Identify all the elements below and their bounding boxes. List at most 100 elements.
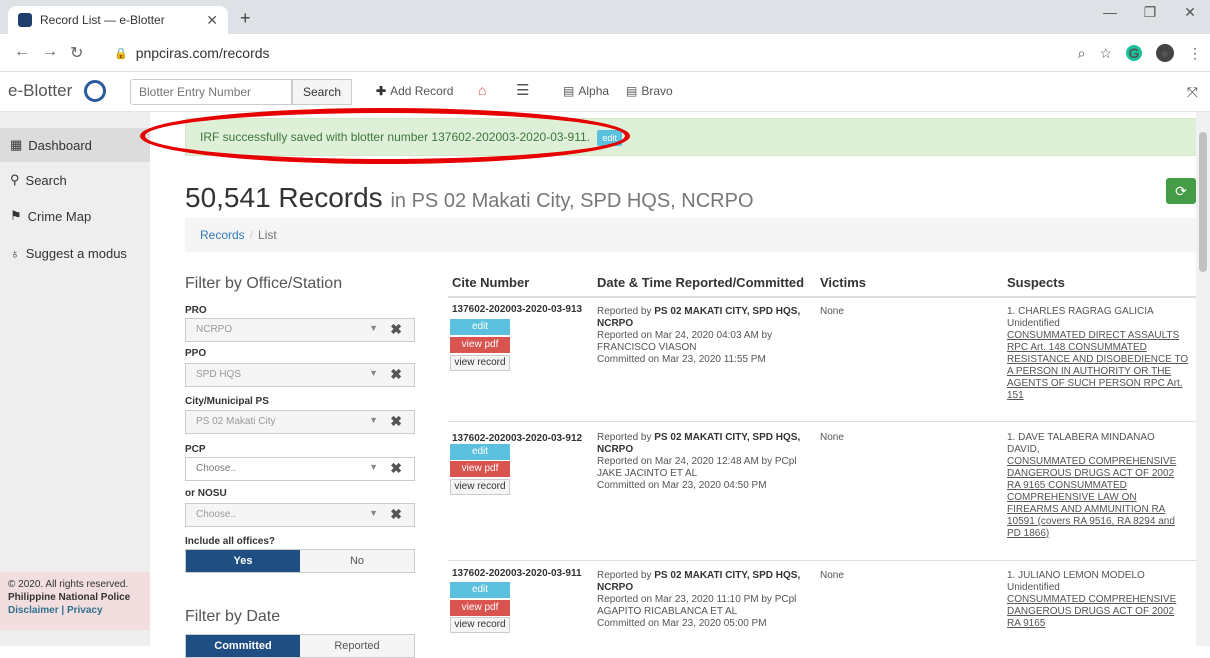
column-header-suspects[interactable]: Suspects — [1007, 275, 1065, 290]
search-icon: ⚲ — [10, 172, 20, 187]
record-count: 50,541 — [185, 182, 271, 213]
column-header-cite[interactable]: Cite Number — [452, 275, 529, 290]
charges-link[interactable]: CONSUMMATED COMPREHENSIVE DANGEROUS DRUG… — [1007, 594, 1176, 629]
brand-title[interactable]: e-Blotter — [8, 81, 72, 101]
charges-link[interactable]: CONSUMMATED COMPREHENSIVE DANGEROUS DRUG… — [1007, 456, 1176, 539]
pcp-value: Choose.. — [196, 463, 237, 474]
lock-icon: 🔒 — [114, 47, 128, 60]
browser-tab-strip: Record List — e-Blotter ✕ + — ❐ ✕ — [0, 0, 1210, 34]
sidebar-item-label: Crime Map — [27, 208, 92, 224]
chevron-down-icon: ▼ — [369, 368, 378, 378]
new-tab-icon[interactable]: + — [240, 8, 251, 29]
reported-by-prefix: Reported by — [597, 306, 655, 317]
home-icon[interactable]: ⌂ — [478, 82, 486, 98]
suspect-name: 1. CHARLES RAGRAG GALICIA Unidentified — [1007, 306, 1154, 329]
cite-number: 137602-202003-2020-03-913 — [452, 304, 583, 315]
view-record-button[interactable]: view record — [450, 355, 510, 371]
breadcrumb-records[interactable]: Records — [200, 228, 245, 242]
report-info: Reported by PS 02 MAKATI CITY, SPD HQS, … — [597, 570, 807, 630]
location-text: in PS 02 Makati City, SPD HQS, NCRPO — [390, 190, 754, 212]
view-pdf-button[interactable]: view pdf — [450, 600, 510, 616]
view-pdf-button[interactable]: view pdf — [450, 337, 510, 353]
add-record-link[interactable]: ✚ Add Record — [376, 84, 453, 98]
forward-icon[interactable]: → — [42, 43, 58, 61]
yes-button[interactable]: Yes — [186, 550, 300, 572]
suspect-name: 1. JULIANO LEMON MODELO Unidentified — [1007, 570, 1145, 593]
copyright-text: © 2020. All rights reserved. — [8, 579, 129, 590]
nosu-value: Choose.. — [196, 509, 237, 520]
suspects-info: 1. DAVE TALABERA MINDANAO DAVID, CONSUMMA… — [1007, 432, 1189, 540]
no-button[interactable]: No — [300, 550, 414, 572]
url-bar[interactable]: 🔒 pnpciras.com/records — [100, 40, 1040, 66]
clear-icon[interactable]: ✖ — [390, 506, 402, 523]
ppo-select[interactable]: SPD HQS ▼ ✖ — [185, 363, 415, 387]
breadcrumb-separator: / — [249, 228, 254, 242]
zoom-icon[interactable]: ⌕ — [1078, 45, 1086, 62]
plus-icon: ✚ — [376, 84, 387, 98]
reported-button[interactable]: Reported — [300, 635, 414, 657]
grammarly-icon[interactable]: G — [1126, 45, 1142, 61]
page-scrollbar[interactable] — [1196, 112, 1210, 646]
list-icon[interactable]: ☰ — [516, 81, 529, 99]
pro-label: PRO — [185, 305, 207, 316]
refresh-button[interactable]: ⟳ — [1166, 178, 1196, 204]
header-divider — [448, 296, 1200, 298]
close-tab-icon[interactable]: ✕ — [206, 12, 218, 29]
column-header-victims[interactable]: Victims — [820, 275, 866, 290]
page-title: 50,541 Records in PS 02 Makati City, SPD… — [185, 182, 754, 214]
browser-tab[interactable]: Record List — e-Blotter ✕ — [8, 6, 228, 34]
records-word: Records — [278, 182, 383, 213]
column-header-datetime[interactable]: Date & Time Reported/Committed — [597, 275, 804, 290]
edit-button[interactable]: edit — [450, 319, 510, 335]
reported-by-prefix: Reported by — [597, 432, 655, 443]
account-icon[interactable]: ● — [1156, 44, 1174, 62]
include-offices-label: Include all offices? — [185, 536, 276, 547]
sidebar: ▦ Dashboard ⚲ Search ⚑ Crime Map ♁ Suggest a… — [0, 112, 150, 646]
minimize-icon[interactable]: — — [1090, 4, 1130, 21]
reported-on: Reported on Mar 23, 2020 11:10 PM by PCp… — [597, 594, 797, 617]
sidebar-footer: © 2020. All rights reserved. Philippine … — [0, 572, 150, 630]
clear-icon[interactable]: ✖ — [390, 460, 402, 477]
fullscreen-icon[interactable]: ⤧ — [1187, 84, 1198, 101]
view-record-button[interactable]: view record — [450, 479, 510, 495]
search-button[interactable]: Search — [292, 79, 352, 105]
city-ps-label: City/Municipal PS — [185, 396, 269, 407]
back-icon[interactable]: ← — [14, 43, 30, 61]
clear-icon[interactable]: ✖ — [390, 366, 402, 383]
footer-links[interactable]: Disclaimer | Privacy — [8, 604, 142, 617]
nosu-select[interactable]: Choose.. ▼ ✖ — [185, 503, 415, 527]
view-pdf-button[interactable]: view pdf — [450, 461, 510, 477]
refresh-icon: ⟳ — [1175, 183, 1187, 199]
edit-button[interactable]: edit — [450, 582, 510, 598]
clear-icon[interactable]: ✖ — [390, 413, 402, 430]
pcp-select[interactable]: Choose.. ▼ ✖ — [185, 457, 415, 481]
sidebar-item-dashboard[interactable]: ▦ Dashboard — [0, 128, 150, 162]
restore-icon[interactable]: ❐ — [1130, 4, 1170, 21]
city-ps-select[interactable]: PS 02 Makati City ▼ ✖ — [185, 410, 415, 434]
sidebar-item-crime-map[interactable]: ⚑ Crime Map — [10, 208, 91, 224]
charges-link[interactable]: CONSUMMATED DIRECT ASSAULTS RPC Art. 148… — [1007, 330, 1188, 401]
reload-icon[interactable]: ↻ — [70, 43, 83, 63]
committed-button[interactable]: Committed — [186, 635, 300, 657]
close-window-icon[interactable]: ✕ — [1170, 4, 1210, 21]
scrollbar-thumb[interactable] — [1199, 132, 1207, 272]
view-record-button[interactable]: view record — [450, 617, 510, 633]
alpha-link[interactable]: ▤ Alpha — [563, 84, 609, 98]
bravo-link[interactable]: ▤ Bravo — [626, 84, 673, 98]
blotter-search-input[interactable] — [130, 79, 292, 105]
clear-icon[interactable]: ✖ — [390, 321, 402, 338]
pro-select[interactable]: NCRPO ▼ ✖ — [185, 318, 415, 342]
report-info: Reported by PS 02 MAKATI CITY, SPD HQS, … — [597, 432, 807, 492]
reported-on: Reported on Mar 24, 2020 04:03 AM by FRA… — [597, 330, 773, 353]
bookmark-star-icon[interactable]: ☆ — [1099, 45, 1112, 62]
chevron-down-icon: ▼ — [369, 508, 378, 518]
red-highlight-oval — [140, 108, 630, 164]
nosu-label: or NOSU — [185, 488, 227, 499]
menu-kebab-icon[interactable]: ⋮ — [1188, 45, 1202, 62]
victims-value: None — [820, 432, 844, 443]
sidebar-item-search[interactable]: ⚲ Search — [10, 172, 67, 188]
date-type-toggle: Committed Reported — [185, 634, 415, 658]
user-avatar-icon[interactable] — [84, 80, 106, 102]
edit-button[interactable]: edit — [450, 444, 510, 460]
sidebar-item-suggest-modus[interactable]: ♁ Suggest a modus — [10, 246, 127, 261]
